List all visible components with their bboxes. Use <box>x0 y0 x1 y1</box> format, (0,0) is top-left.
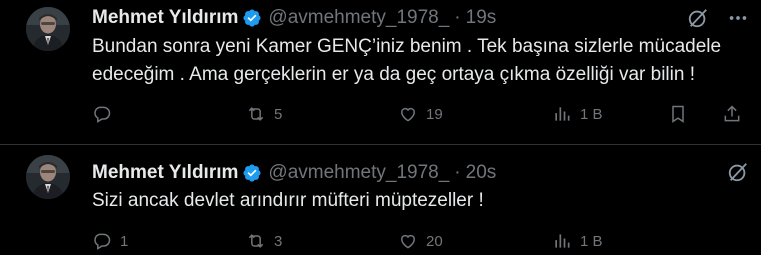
author-handle[interactable]: @avmehmety_1978_ <box>268 7 449 29</box>
bookmark-button[interactable] <box>668 104 688 124</box>
grok-icon[interactable] <box>727 161 749 188</box>
view-count: 1 B <box>580 232 603 250</box>
separator-dot: · <box>454 7 461 28</box>
view-count: 1 B <box>580 105 603 123</box>
share-button[interactable] <box>722 104 742 124</box>
tweet-actions: 5 19 1 B <box>92 104 752 128</box>
retweet-count: 5 <box>274 105 283 123</box>
like-count: 19 <box>426 105 443 123</box>
views-icon <box>555 234 570 248</box>
avatar[interactable] <box>26 7 70 51</box>
verified-badge-icon <box>242 8 262 28</box>
heart-icon <box>400 234 416 249</box>
retweet-count: 3 <box>274 232 283 250</box>
heart-icon <box>400 107 416 122</box>
retweet-icon <box>248 234 264 248</box>
grok-icon[interactable] <box>687 7 709 34</box>
retweet-button[interactable]: 5 <box>246 104 282 124</box>
tweet-actions: 1 3 20 1 B <box>92 231 752 255</box>
profile-photo <box>26 155 70 199</box>
tweet-header: Mehmet Yıldırım @avmehmety_1978_ · 20s <box>92 161 496 185</box>
avatar[interactable] <box>26 155 70 199</box>
tweet-top-actions <box>687 7 749 34</box>
retweet-icon <box>248 107 264 121</box>
tweet-text: Bundan sonra yeni Kamer GENÇ’iniz benim … <box>92 36 722 85</box>
reply-icon <box>94 233 111 250</box>
reply-button[interactable] <box>92 104 112 124</box>
author-name[interactable]: Mehmet Yıldırım <box>92 162 238 184</box>
separator-dot: · <box>454 162 461 183</box>
like-button[interactable]: 20 <box>398 231 443 251</box>
reply-icon <box>94 106 111 123</box>
like-button[interactable]: 19 <box>398 104 443 124</box>
author-handle[interactable]: @avmehmety_1978_ <box>268 162 449 184</box>
share-icon <box>724 105 740 122</box>
views-icon <box>555 107 570 121</box>
tweet[interactable]: Mehmet Yıldırım @avmehmety_1978_ · 20s S… <box>0 145 761 255</box>
tweet-top-actions <box>727 161 749 188</box>
reply-button[interactable]: 1 <box>92 231 128 251</box>
timestamp[interactable]: 20s <box>466 162 497 184</box>
like-count: 20 <box>426 232 443 250</box>
retweet-button[interactable]: 3 <box>246 231 282 251</box>
tweet-text: Sizi ancak devlet arındırır müfteri müpt… <box>92 190 484 211</box>
tweet[interactable]: Mehmet Yıldırım @avmehmety_1978_ · 19s B… <box>0 0 761 145</box>
profile-photo <box>26 7 70 51</box>
verified-badge-icon <box>242 163 262 183</box>
views-button[interactable]: 1 B <box>552 231 603 251</box>
more-icon[interactable] <box>727 7 749 34</box>
reply-count: 1 <box>120 232 129 250</box>
timestamp[interactable]: 19s <box>466 7 497 29</box>
author-name[interactable]: Mehmet Yıldırım <box>92 7 238 29</box>
tweet-header: Mehmet Yıldırım @avmehmety_1978_ · 19s <box>92 6 496 30</box>
bookmark-icon <box>672 105 684 123</box>
views-button[interactable]: 1 B <box>552 104 603 124</box>
